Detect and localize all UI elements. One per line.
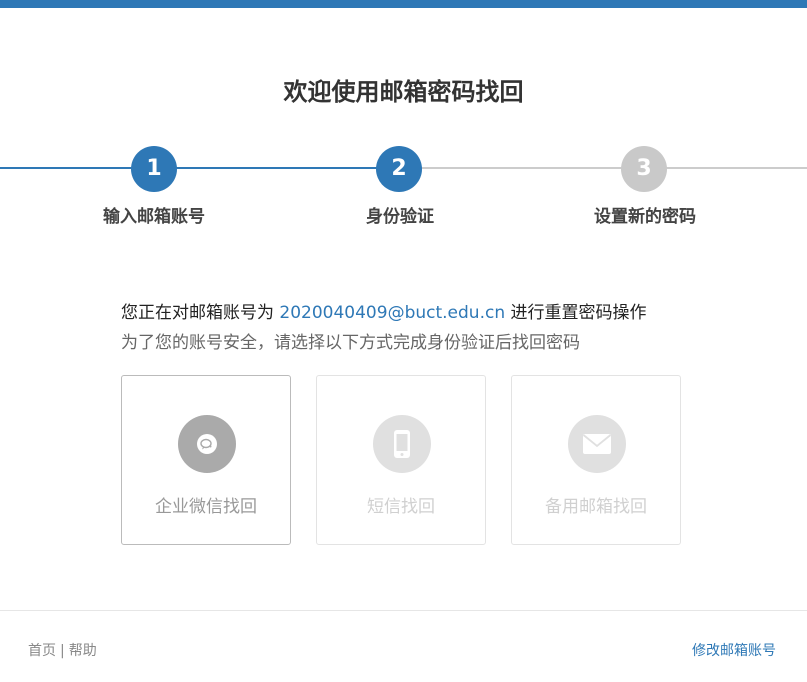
home-link[interactable]: 首页 xyxy=(28,643,56,659)
step-3-label: 设置新的密码 xyxy=(594,207,696,227)
page-title: 欢迎使用邮箱密码找回 xyxy=(283,78,524,106)
wechat-work-icon xyxy=(178,415,236,473)
step-1-number: 1 xyxy=(131,146,177,192)
step-2-label: 身份验证 xyxy=(366,207,434,227)
footer-separator: | xyxy=(60,643,65,659)
sms-recovery-option[interactable]: 短信找回 xyxy=(316,375,486,545)
reset-notice-prefix: 您正在对邮箱账号为 xyxy=(121,303,274,323)
backup-email-recovery-option[interactable]: 备用邮箱找回 xyxy=(511,375,681,545)
footer-divider xyxy=(0,610,807,611)
step-2-number: 2 xyxy=(376,146,422,192)
change-account-link[interactable]: 修改邮箱账号 xyxy=(692,640,776,660)
phone-icon xyxy=(373,415,431,473)
top-accent-bar xyxy=(0,0,807,8)
footer-links: 首页 | 帮助 xyxy=(28,640,97,660)
help-link[interactable]: 帮助 xyxy=(69,643,97,659)
wechat-work-recovery-label: 企业微信找回 xyxy=(155,497,257,517)
sms-recovery-label: 短信找回 xyxy=(367,497,435,517)
backup-email-recovery-label: 备用邮箱找回 xyxy=(545,497,647,517)
account-email: 2020040409@buct.edu.cn xyxy=(279,303,506,323)
reset-notice: 您正在对邮箱账号为 2020040409@buct.edu.cn 进行重置密码操… xyxy=(121,298,647,323)
reset-notice-suffix: 进行重置密码操作 xyxy=(510,303,647,323)
progress-line-completed xyxy=(0,167,400,169)
mail-icon xyxy=(568,415,626,473)
verification-instruction: 为了您的账号安全，请选择以下方式完成身份验证后找回密码 xyxy=(121,333,580,353)
progress-line-remaining xyxy=(400,167,807,169)
step-1-label: 输入邮箱账号 xyxy=(103,207,205,227)
step-3-number: 3 xyxy=(621,146,667,192)
wechat-work-recovery-option[interactable]: 企业微信找回 xyxy=(121,375,291,545)
